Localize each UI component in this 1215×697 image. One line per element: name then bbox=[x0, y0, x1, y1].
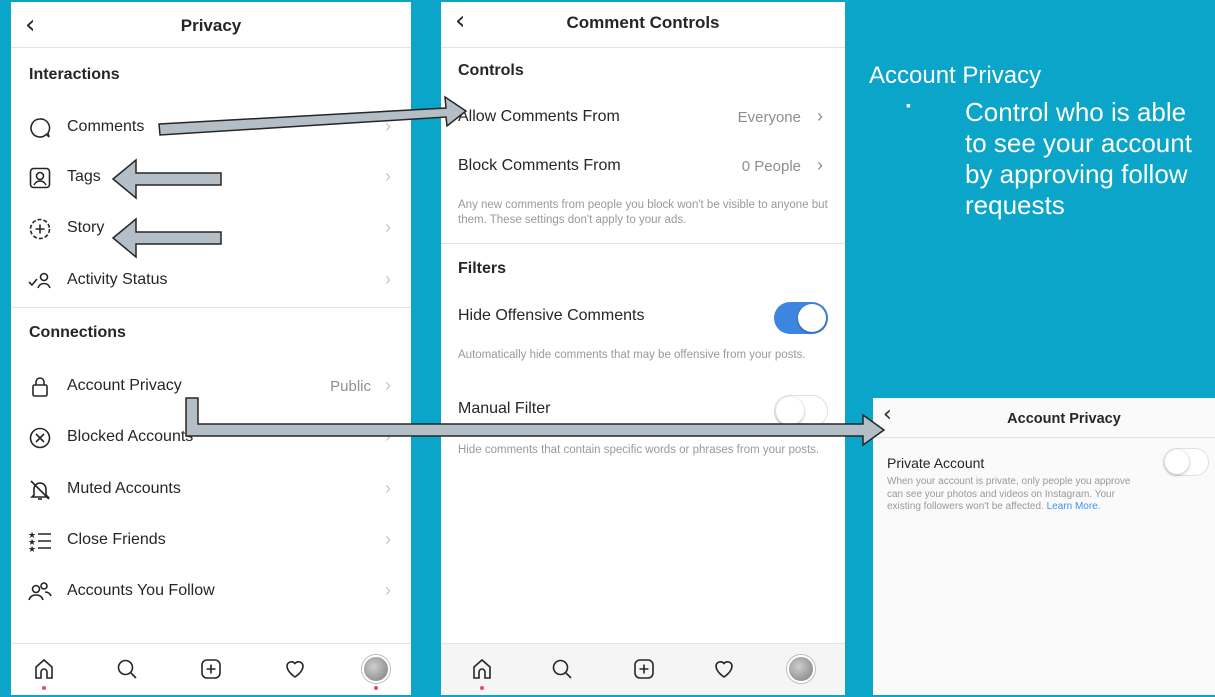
arrow-comments-to-allow bbox=[158, 95, 468, 136]
arrows-overlay bbox=[111, 95, 886, 447]
arrow-account-privacy-to-screen bbox=[185, 397, 886, 447]
arrow-to-story bbox=[111, 217, 222, 259]
arrow-to-tags bbox=[111, 158, 222, 200]
